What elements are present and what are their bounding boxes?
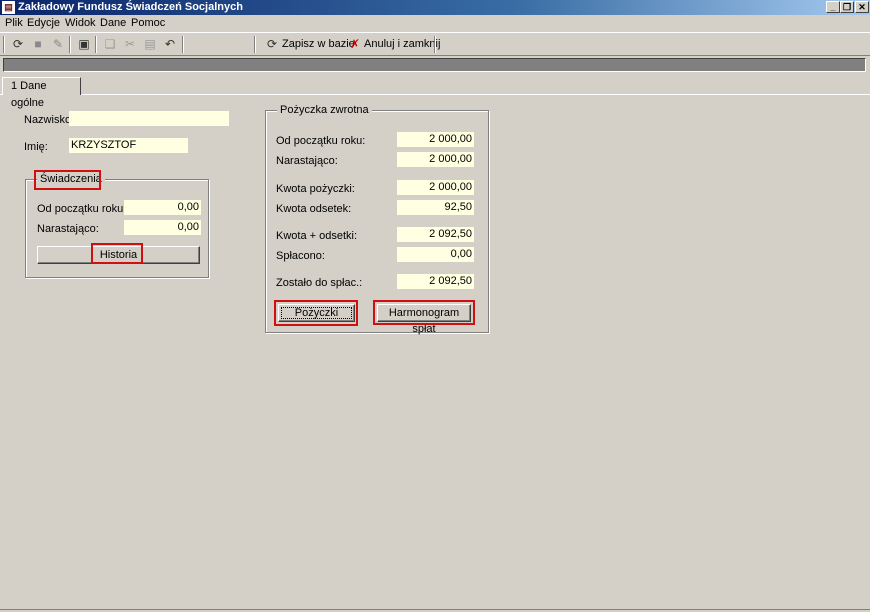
- menu-dane[interactable]: Dane: [100, 16, 126, 31]
- name-field[interactable]: KRZYSZTOF: [69, 138, 188, 153]
- cancel-close-button[interactable]: Anuluj i zamknij: [364, 36, 440, 53]
- save-disk-icon[interactable]: ■: [29, 36, 47, 53]
- toolbar-separator: [434, 36, 436, 53]
- save-to-db-button[interactable]: Zapisz w bazie: [282, 36, 355, 53]
- undo-icon[interactable]: ↶: [161, 36, 179, 53]
- menu-plik[interactable]: Plik: [5, 16, 23, 31]
- loan-cumulative-field[interactable]: 2 000,00: [397, 152, 474, 167]
- toolbar-separator: [254, 36, 256, 53]
- restore-icon[interactable]: ❐: [840, 1, 854, 13]
- name-label: Imię:: [24, 141, 48, 153]
- menu-edycje[interactable]: Edycje: [27, 16, 60, 31]
- menu-pomoc[interactable]: Pomoc: [131, 16, 165, 31]
- cut-icon[interactable]: ✂: [121, 36, 139, 53]
- benefits-from-year-field[interactable]: 0,00: [124, 200, 201, 215]
- loan-group-title: Pożyczka zwrotna: [277, 104, 372, 116]
- loan-repaid-label: Spłacono:: [276, 250, 325, 262]
- save-db-icon: ⟳: [266, 37, 278, 51]
- toolbar: ⟳ ■ ✎ ▣ ❏ ✂ ▤ ↶ ⟳ Zapisz w bazie ✗ Anulu…: [0, 32, 870, 56]
- toolbar-separator: [182, 36, 184, 53]
- loan-amount-label: Kwota pożyczki:: [276, 183, 355, 195]
- menu-widok[interactable]: Widok: [65, 16, 96, 31]
- toolbar-grip: [3, 36, 5, 53]
- loan-interest-field[interactable]: 92,50: [397, 200, 474, 215]
- benefits-title-highlight: [34, 170, 101, 190]
- menu-bar: Plik Edycje Widok Dane Pomoc: [0, 16, 870, 31]
- loan-total-label: Kwota + odsetki:: [276, 230, 358, 242]
- surname-label: Nazwisko:: [24, 114, 75, 126]
- cancel-close-icon: ✗: [349, 37, 361, 51]
- loan-from-year-field[interactable]: 2 000,00: [397, 132, 474, 147]
- loans-highlight: [274, 300, 358, 326]
- benefits-cumulative-label: Narastająco:: [37, 223, 99, 235]
- minimize-icon[interactable]: _: [826, 1, 840, 13]
- app-icon[interactable]: ▤: [2, 1, 15, 14]
- loan-from-year-label: Od początku roku:: [276, 135, 366, 147]
- loan-amount-field[interactable]: 2 000,00: [397, 180, 474, 195]
- tab-dane-ogolne[interactable]: 1 Dane ogólne: [2, 77, 81, 109]
- loan-total-field[interactable]: 2 092,50: [397, 227, 474, 242]
- loan-interest-label: Kwota odsetek:: [276, 203, 352, 215]
- schedule-highlight: [373, 300, 475, 325]
- header-panel: [3, 58, 866, 72]
- loan-remaining-field[interactable]: 2 092,50: [397, 274, 474, 289]
- toolbar-separator: [69, 36, 71, 53]
- close-icon[interactable]: ✕: [855, 1, 869, 13]
- history-highlight: [91, 243, 143, 264]
- properties-icon[interactable]: ▣: [75, 36, 93, 53]
- loan-repaid-field[interactable]: 0,00: [397, 247, 474, 262]
- title-bar: ▤ Zakładowy Fundusz Świadczeń Socjalnych…: [0, 0, 870, 15]
- benefits-cumulative-field[interactable]: 0,00: [124, 220, 201, 235]
- tools-icon[interactable]: ✎: [49, 36, 67, 53]
- benefits-from-year-label: Od początku roku:: [37, 203, 127, 215]
- toolbar-separator: [95, 36, 97, 53]
- paste-icon[interactable]: ▤: [141, 36, 159, 53]
- tab-divider: [0, 94, 870, 95]
- loan-remaining-label: Zostało do spłac.:: [276, 277, 363, 289]
- window-title: Zakładowy Fundusz Świadczeń Socjalnych: [18, 1, 243, 13]
- surname-field[interactable]: [69, 111, 229, 126]
- refresh-icon[interactable]: ⟳: [9, 36, 27, 53]
- loan-cumulative-label: Narastająco:: [276, 155, 338, 167]
- copy-icon[interactable]: ❏: [101, 36, 119, 53]
